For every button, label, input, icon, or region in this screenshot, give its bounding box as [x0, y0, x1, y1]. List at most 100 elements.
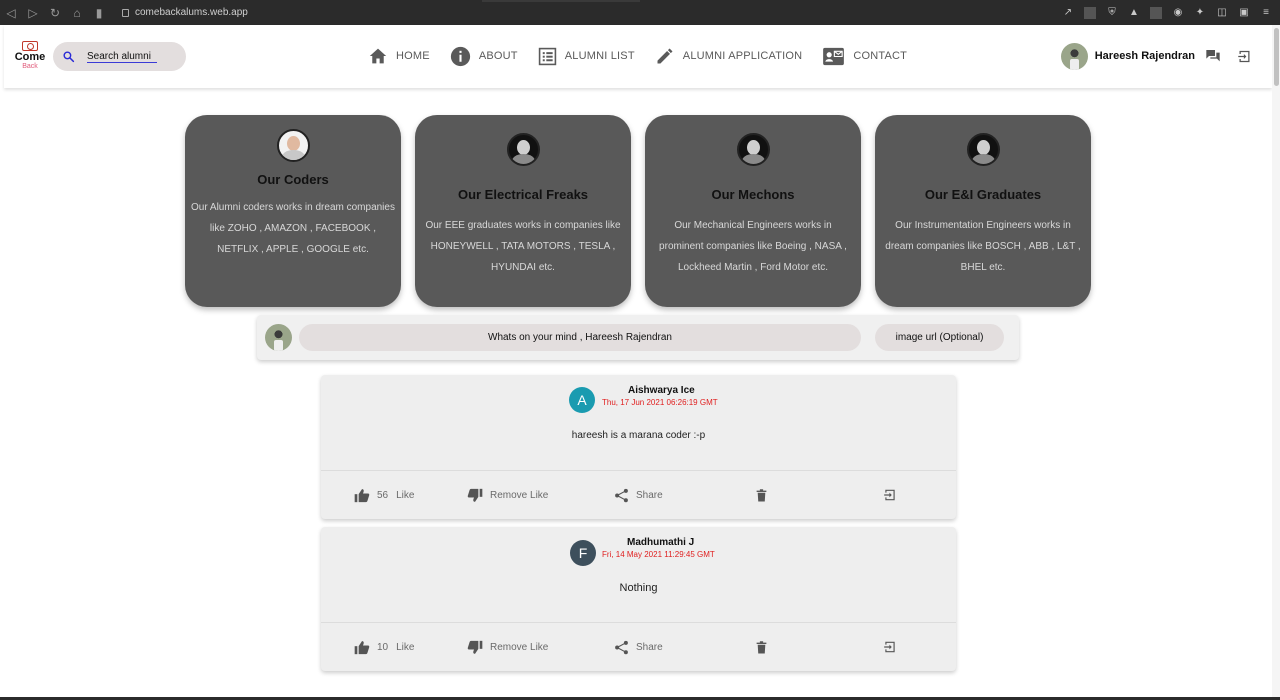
shield-icon[interactable]: ⛨	[1106, 7, 1118, 19]
post-body: hareesh is a marana coder :-p	[571, 430, 706, 441]
post-actions: 56 Like Remove Like Share	[321, 471, 956, 519]
contact-card-icon	[823, 47, 845, 65]
share-button[interactable]: Share	[614, 471, 663, 519]
active-tab-indicator	[482, 0, 640, 2]
like-button[interactable]: 56 Like	[354, 471, 414, 519]
logo[interactable]: Come Back	[14, 41, 46, 75]
nav-alumni-application-label: ALUMNI APPLICATION	[682, 50, 803, 62]
avatar[interactable]	[1060, 42, 1088, 70]
post-author: Aishwarya Ice	[628, 385, 695, 396]
home-icon	[369, 48, 387, 64]
forward-icon[interactable]: ▷	[22, 0, 44, 25]
card-text: Our EEE graduates works in companies lik…	[425, 220, 621, 273]
nav-about-label: ABOUT	[478, 50, 518, 62]
post-card: F Madhumathi J Fri, 14 May 2021 11:29:45…	[321, 527, 956, 671]
search-icon[interactable]	[62, 50, 75, 63]
trash-icon	[756, 488, 767, 501]
like-count: 56	[377, 489, 389, 501]
wallet-card-icon[interactable]: ▣	[1238, 7, 1250, 19]
thumb-up-icon	[354, 640, 370, 654]
like-count: 10	[377, 641, 389, 653]
logo-subtext: Back	[22, 63, 38, 70]
open-post-button[interactable]	[883, 471, 904, 519]
browser-toolbar: ◁ ▷ ↻ ⌂ ▮ comebackalums.web.app ↗ ⛨ ▲ ◉ …	[0, 0, 1280, 25]
share-page-icon[interactable]: ↗	[1062, 7, 1074, 19]
remove-like-button[interactable]: Remove Like	[467, 471, 548, 519]
bookmark-icon[interactable]: ▮	[88, 0, 110, 25]
like-label: Like	[396, 641, 415, 653]
card-avatar	[506, 133, 540, 166]
wallet-icon[interactable]: ◉	[1172, 7, 1184, 19]
home-browser-icon[interactable]: ⌂	[66, 0, 88, 25]
logo-text: Come	[14, 51, 46, 63]
like-button[interactable]: 10 Like	[354, 623, 414, 671]
nav-contact[interactable]: CONTACT	[822, 47, 907, 66]
share-label: Share	[636, 641, 663, 653]
remove-like-button[interactable]: Remove Like	[467, 623, 548, 671]
exit-icon	[884, 489, 895, 501]
card-mechons: Our Mechons Our Mechanical Engineers wor…	[645, 115, 861, 307]
search-box	[53, 42, 186, 71]
back-icon[interactable]: ◁	[0, 0, 22, 25]
post-date: Thu, 17 Jun 2021 06:26:19 GMT	[602, 398, 718, 407]
delete-button[interactable]	[756, 623, 774, 671]
card-text: Our Mechanical Engineers works in promin…	[659, 220, 847, 273]
logo-icon	[22, 41, 38, 51]
post-composer	[257, 315, 1019, 360]
nav-alumni-application[interactable]: ALUMNI APPLICATION	[655, 46, 803, 66]
sidebar-icon[interactable]: ◫	[1216, 7, 1228, 19]
thumb-down-icon	[467, 640, 483, 654]
thumb-down-icon	[467, 488, 483, 502]
post-avatar: F	[570, 540, 596, 566]
post-card: A Aishwarya Ice Thu, 17 Jun 2021 06:26:1…	[321, 375, 956, 519]
logout-icon[interactable]	[1237, 49, 1252, 64]
card-avatar	[276, 129, 310, 162]
scrollbar-thumb[interactable]	[1274, 28, 1279, 86]
card-title: Our E&I Graduates	[924, 187, 1042, 202]
extensions-icon[interactable]: ✦	[1194, 7, 1206, 19]
nav-contact-label: CONTACT	[853, 50, 908, 62]
card-text: Our Instrumentation Engineers works in d…	[885, 220, 1081, 273]
open-post-button[interactable]	[883, 623, 904, 671]
card-ei-graduates: Our E&I Graduates Our Instrumentation En…	[875, 115, 1091, 307]
nav-home[interactable]: HOME	[368, 47, 430, 65]
share-icon	[615, 488, 628, 502]
reload-icon[interactable]: ↻	[44, 0, 66, 25]
trash-icon	[756, 640, 767, 653]
nav-about[interactable]: ABOUT	[450, 46, 518, 67]
nav-alumni-list[interactable]: ALUMNI LIST	[538, 47, 635, 66]
info-icon	[450, 46, 470, 66]
like-label: Like	[396, 489, 415, 501]
edit-icon	[657, 48, 673, 64]
toolbar-divider	[1150, 6, 1162, 19]
thumb-up-icon	[354, 488, 370, 502]
post-actions: 10 Like Remove Like Share	[321, 623, 956, 671]
list-icon	[538, 47, 556, 65]
lock-icon	[122, 8, 129, 17]
post-text-input[interactable]	[299, 324, 861, 351]
share-label: Share	[636, 489, 663, 501]
exit-icon	[884, 641, 895, 653]
user-name[interactable]: Hareesh Rajendran	[1095, 50, 1195, 62]
chat-icon[interactable]	[1205, 48, 1221, 64]
card-title: Our Mechons	[711, 187, 795, 202]
app-header: Come Back HOME ABOUT ALUMNI LIST ALUMNI …	[4, 25, 1272, 88]
main-nav: HOME ABOUT ALUMNI LIST ALUMNI APPLICATIO…	[368, 44, 927, 68]
card-avatar	[966, 133, 1000, 166]
image-url-input[interactable]	[875, 324, 1004, 351]
card-title: Our Coders	[257, 172, 329, 187]
rewards-icon[interactable]: ▲	[1128, 7, 1140, 19]
address-bar[interactable]: comebackalums.web.app	[122, 7, 248, 18]
card-title: Our Electrical Freaks	[457, 187, 589, 202]
scrollbar[interactable]	[1272, 25, 1280, 697]
delete-button[interactable]	[756, 471, 774, 519]
share-button[interactable]: Share	[614, 623, 663, 671]
post-author: Madhumathi J	[627, 537, 695, 548]
toolbar-divider	[1084, 6, 1096, 19]
post-date: Fri, 14 May 2021 11:29:45 GMT	[602, 550, 715, 559]
user-profile: Hareesh Rajendran	[1060, 42, 1252, 70]
card-avatar	[736, 133, 770, 166]
search-input[interactable]	[87, 50, 157, 63]
menu-icon[interactable]: ≡	[1260, 7, 1272, 19]
avatar	[265, 324, 292, 351]
